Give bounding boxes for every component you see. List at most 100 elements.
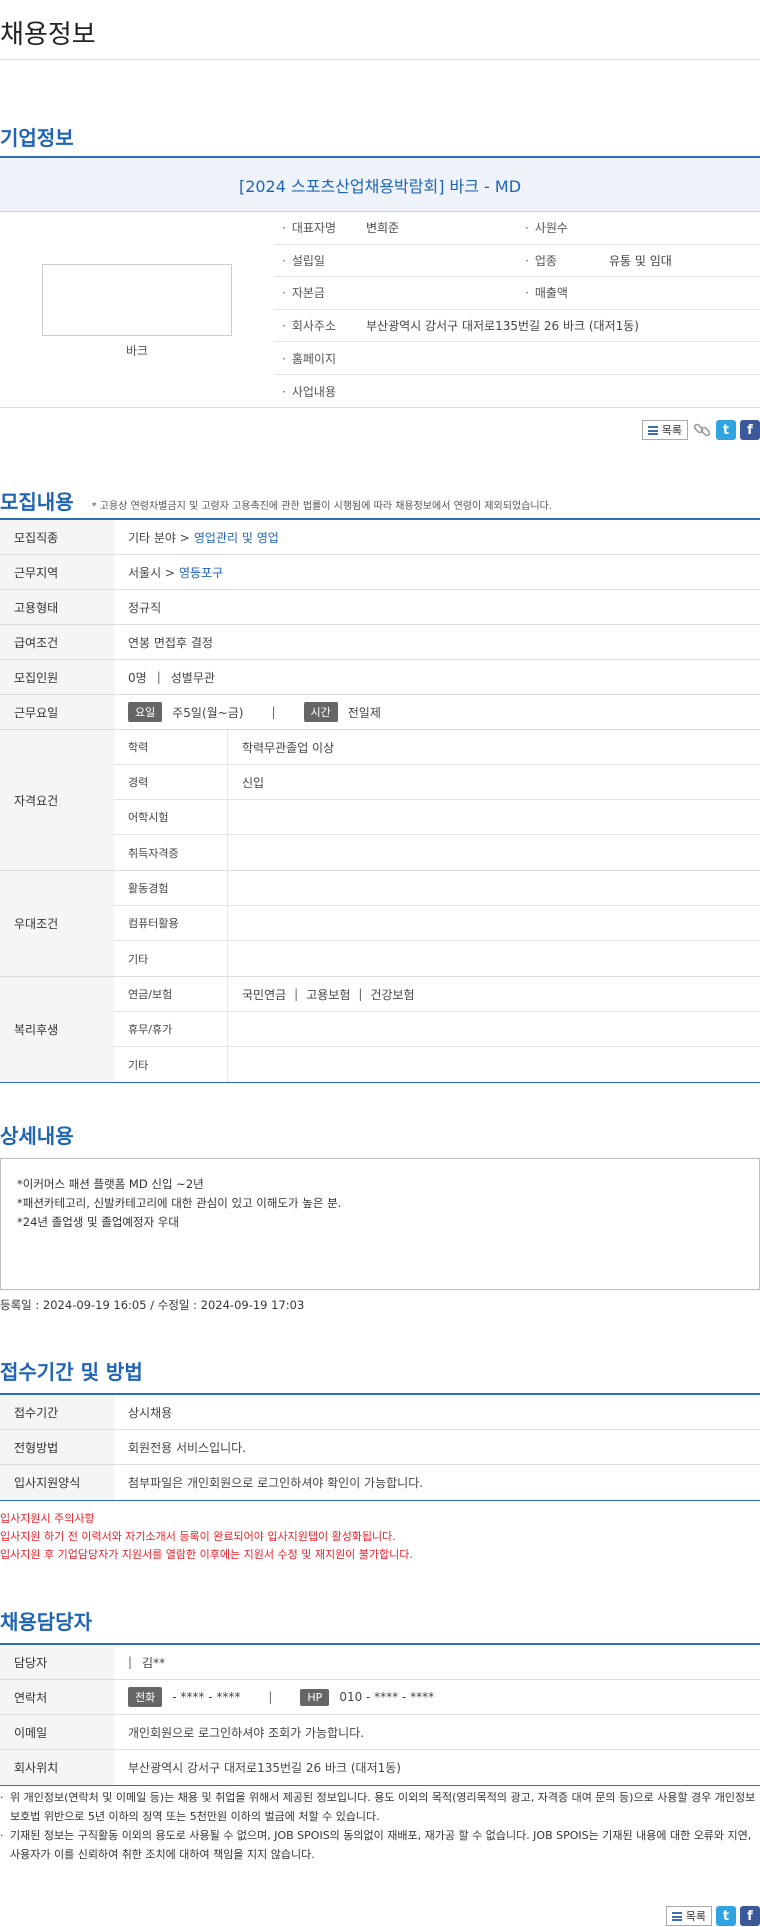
leave-value [228, 1012, 760, 1046]
welfare-label: 복리후생 [0, 977, 114, 1082]
separator: | [271, 705, 276, 719]
detail-line: *이커머스 패션 플랫폼 MD 신입 ~2년 [17, 1177, 204, 1191]
warning-title: 입사지원시 주의사항 [0, 1512, 95, 1525]
insurance-label: 연금/보험 [114, 977, 228, 1011]
email-label: 이메일 [0, 1715, 114, 1749]
area-link[interactable]: 영등포구 [179, 564, 223, 581]
salary-label: 급여조건 [0, 625, 114, 659]
contact-section-title: 채용담당자 [0, 1610, 92, 1634]
bottom-share-bar: 목록 t f [665, 1906, 760, 1926]
days-value: 주5일(월~금) [172, 705, 244, 720]
employees-label: 사원수 [517, 219, 609, 236]
pref-etc-label: 기타 [114, 941, 228, 976]
list-icon [647, 425, 658, 435]
list-button-label: 목록 [661, 424, 682, 437]
pref-etc-value [228, 941, 760, 976]
welfare-group: 복리후생 연금/보험 국민연금 | 고용보험 | 건강보험 휴무/휴가 기타 [0, 977, 760, 1082]
company-section-title: 기업정보 [0, 126, 74, 150]
activity-label: 활동경험 [114, 871, 228, 905]
list-icon [671, 1911, 682, 1921]
link-icon[interactable] [692, 420, 712, 440]
edu-value: 학력무관졸업 이상 [242, 740, 335, 755]
industry-label: 업종 [517, 252, 609, 269]
facebook-icon[interactable]: f [740, 1906, 760, 1926]
detail-line: *패션카테고리, 신발카테고리에 대한 관심이 있고 이해도가 높은 분. [17, 1196, 342, 1210]
welfare-etc-label: 기타 [114, 1047, 228, 1082]
homepage-label: 홈페이지 [274, 350, 366, 367]
recruit-section-title: 모집내용 [0, 490, 74, 514]
area-prefix: 서울시 > [128, 565, 175, 580]
tel-value: - **** - **** [172, 1690, 241, 1704]
salary-value: 연봉 면접후 결정 [128, 635, 213, 650]
rep-label: 대표자명 [274, 219, 366, 236]
contact-table: 담당자 | 김** 연락처 전화 - **** - **** | HP 010 - ***… [0, 1643, 760, 1786]
detail-section-title: 상세내용 [0, 1124, 74, 1148]
company-info: [2024 스포츠산업채용박람회] 바크 - MD 바크 대표자명변희준 사원수… [0, 156, 760, 408]
email-value: 개인회원으로 로그인하셔야 조회가 가능합니다. [128, 1725, 365, 1740]
days-badge: 요일 [128, 702, 163, 722]
type-value: 정규직 [128, 600, 162, 615]
facebook-icon[interactable]: f [740, 420, 760, 440]
time-value: 전일제 [347, 705, 381, 720]
industry-value: 유통 및 임대 [609, 253, 672, 268]
separator: | [268, 1690, 273, 1704]
form-label: 입사지원양식 [0, 1465, 114, 1500]
warning-line: 입사지원 하기 전 이력서와 자기소개서 등록이 완료되어야 입사지원탭이 활성… [0, 1530, 396, 1543]
apply-warnings: 입사지원시 주의사항 입사지원 하기 전 이력서와 자기소개서 등록이 완료되어… [0, 1510, 413, 1564]
location-label: 회사위치 [0, 1750, 114, 1785]
privacy-note: 기재된 정보는 구직활동 이외의 용도로 사용될 수 없으며, JOB SPOI… [0, 1826, 760, 1864]
privacy-note: 위 개인정보(연락처 및 이메일 등)는 채용 및 취업을 위해서 제공된 정보… [0, 1788, 760, 1826]
recruit-table: 모집직종 기타 분야 > 영업관리 및 영업 근무지역 서울시 > 영등포구 고용형… [0, 518, 760, 1083]
career-value: 신입 [242, 775, 265, 790]
apply-section-title: 접수기간 및 방법 [0, 1360, 143, 1384]
lang-label: 어학시험 [114, 800, 228, 834]
share-bar: 목록 t f [641, 420, 760, 440]
job-link[interactable]: 영업관리 및 영업 [194, 529, 279, 546]
company-logo-caption: 바크 [125, 344, 149, 358]
hp-value: 010 - **** - **** [339, 1690, 435, 1704]
job-label: 모집직종 [0, 520, 114, 554]
time-badge: 시간 [303, 702, 338, 722]
page-title: 채용정보 [0, 0, 760, 60]
location-value: 부산광역시 강서구 대저로135번길 26 바크 (대저1동) [128, 1761, 401, 1775]
business-label: 사업내용 [274, 383, 366, 400]
welfare-etc-value [228, 1047, 760, 1082]
separator: | [156, 670, 161, 684]
capital-label: 자본금 [274, 284, 366, 301]
method-label: 전형방법 [0, 1430, 114, 1464]
edu-label: 학력 [114, 730, 228, 764]
company-name: [2024 스포츠산업채용박람회] 바크 - MD [0, 156, 760, 212]
form-value: 첨부파일은 개인회원으로 로그인하셔야 확인이 가능합니다. [128, 1476, 424, 1490]
separator: | [128, 1655, 133, 1669]
privacy-notes: 위 개인정보(연락처 및 이메일 등)는 채용 및 취업을 위해서 제공된 정보… [0, 1788, 760, 1864]
sales-label: 매출액 [517, 284, 609, 301]
person-label: 담당자 [0, 1645, 114, 1679]
founded-label: 설립일 [274, 252, 366, 269]
computer-label: 컴퓨터활용 [114, 906, 228, 940]
age-notice: * 고용상 연령차별금지 및 고령자 고용촉진에 관한 법률이 시행됨에 따라 … [91, 501, 552, 512]
career-label: 경력 [114, 765, 228, 799]
activity-value [228, 871, 760, 905]
post-dates: 등록일 : 2024-09-19 16:05 / 수정일 : 2024-09-1… [0, 1298, 305, 1312]
job-prefix: 기타 분야 > [128, 530, 190, 545]
computer-value [228, 906, 760, 940]
twitter-icon[interactable]: t [716, 420, 736, 440]
bottom-list-button[interactable]: 목록 [665, 1906, 712, 1926]
insurance-health: 건강보험 [370, 987, 415, 1002]
period-value: 상시채용 [128, 1405, 173, 1420]
detail-line: *24년 졸업생 및 졸업예정자 우대 [17, 1215, 179, 1229]
apply-table: 접수기간 상시채용 전형방법 회원전용 서비스입니다. 입사지원양식 첨부파일은 개인… [0, 1393, 760, 1501]
separator: | [294, 987, 299, 1001]
qualification-group: 자격요건 학력 학력무관졸업 이상 경력 신입 어학시험 취득자격증 [0, 730, 760, 871]
pref-label: 우대조건 [0, 871, 114, 976]
insurance-pension: 국민연금 [242, 987, 287, 1002]
hp-badge: HP [300, 1688, 330, 1706]
twitter-icon[interactable]: t [716, 1906, 736, 1926]
phone-label: 연락처 [0, 1680, 114, 1714]
list-button[interactable]: 목록 [641, 420, 688, 440]
qual-label: 자격요건 [0, 730, 114, 870]
count-value: 0명 [128, 670, 147, 685]
area-label: 근무지역 [0, 555, 114, 589]
warning-line: 입사지원 후 기업담당자가 지원서를 열람한 이후에는 지원서 수정 및 재지원… [0, 1548, 413, 1561]
leave-label: 휴무/휴가 [114, 1012, 228, 1046]
